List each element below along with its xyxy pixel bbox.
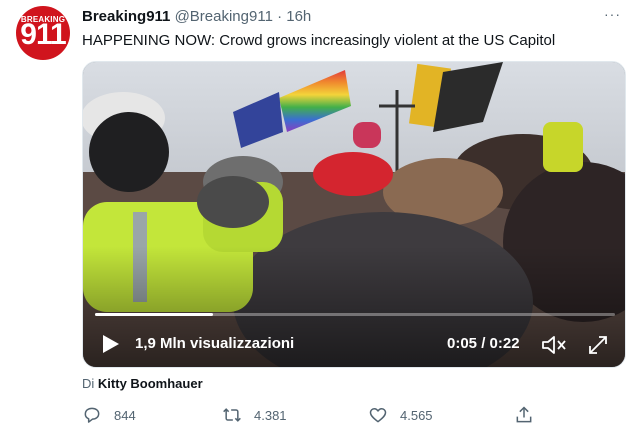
play-icon[interactable] bbox=[99, 333, 121, 355]
video-view-count: 1,9 Mln visualizzazioni bbox=[135, 335, 295, 352]
video-player[interactable]: 1,9 Mln visualizzazioni 0:05 / 0:22 bbox=[82, 61, 626, 368]
more-icon[interactable]: ··· bbox=[604, 6, 621, 22]
retweet-button[interactable]: 4.381 bbox=[222, 404, 287, 426]
avatar-number: 911 bbox=[20, 18, 66, 51]
share-button[interactable] bbox=[514, 404, 546, 426]
video-timecode: 0:05 / 0:22 bbox=[447, 335, 520, 352]
tweet-header: Breaking911 @Breaking911 · 16h bbox=[82, 8, 311, 25]
like-button[interactable]: 4.565 bbox=[368, 404, 433, 426]
reply-icon bbox=[84, 407, 100, 423]
account-handle[interactable]: @Breaking911 bbox=[175, 8, 273, 25]
avatar[interactable]: BREAKING 911 bbox=[16, 6, 70, 60]
video-credit: Di Kitty Boomhauer bbox=[82, 376, 203, 391]
header-separator: · bbox=[277, 8, 283, 25]
video-frame bbox=[83, 62, 625, 367]
video-progress-track[interactable] bbox=[95, 313, 615, 316]
credit-prefix: Di bbox=[82, 376, 95, 391]
tweet-time[interactable]: 16h bbox=[286, 8, 311, 25]
like-icon bbox=[369, 408, 387, 423]
retweet-icon bbox=[223, 408, 241, 422]
video-progress-fill bbox=[95, 313, 214, 316]
reply-count: 844 bbox=[114, 407, 136, 423]
account-name[interactable]: Breaking911 bbox=[82, 8, 170, 25]
credit-author[interactable]: Kitty Boomhauer bbox=[98, 376, 203, 391]
retweet-count: 4.381 bbox=[254, 407, 287, 423]
tweet-text: HAPPENING NOW: Crowd grows increasingly … bbox=[82, 32, 556, 49]
reply-button[interactable]: 844 bbox=[82, 404, 136, 426]
mute-icon[interactable] bbox=[541, 334, 567, 356]
fullscreen-icon[interactable] bbox=[587, 334, 609, 356]
tweet-actions: 844 4.381 4.565 bbox=[82, 404, 542, 426]
share-icon bbox=[516, 406, 532, 423]
tweet: BREAKING 911 Breaking911 @Breaking911 · … bbox=[0, 0, 640, 440]
like-count: 4.565 bbox=[400, 407, 433, 423]
